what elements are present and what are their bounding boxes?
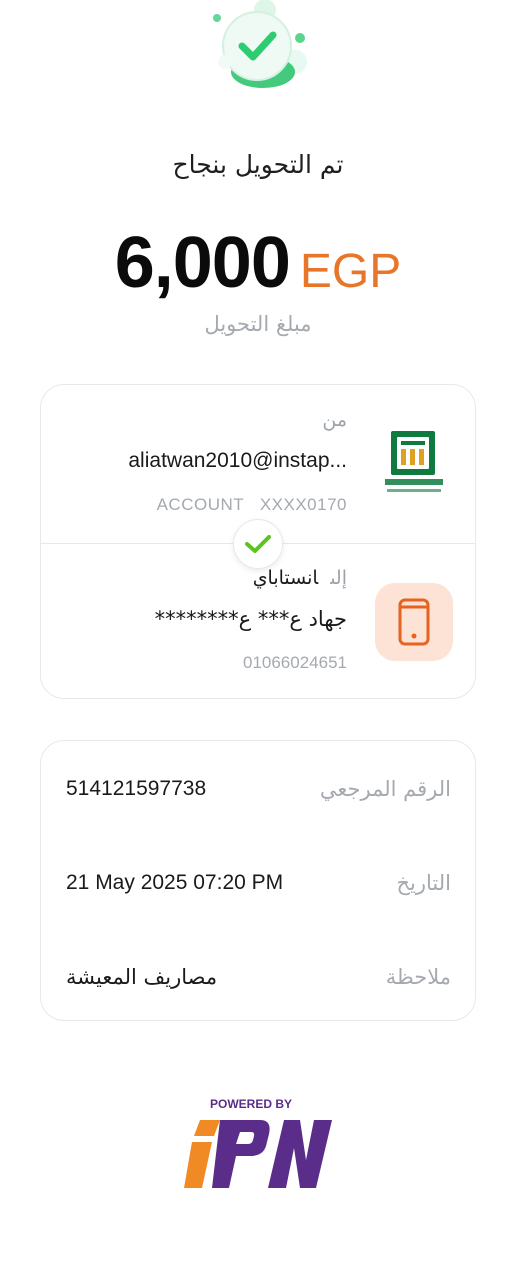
to-label: إلى [330, 567, 347, 589]
reference-label: الرقم المرجعي [319, 777, 451, 801]
date-row: التاريخ 21 May 2025 07:20 PM [41, 865, 475, 905]
reference-value: 514121597738 [66, 777, 207, 800]
recipient-name: جهاد ع*** ع******** [154, 607, 347, 631]
note-row: ملاحظة مصاريف المعيشة [41, 959, 475, 999]
to-provider: انستاباي [252, 567, 319, 589]
account-label: ACCOUNT [156, 495, 245, 514]
status-title: تم التحويل بنجاح [172, 150, 344, 179]
bank-logo-icon [385, 431, 443, 492]
powered-by-text: POWERED BY [210, 1097, 292, 1111]
success-check-icon [213, 0, 307, 88]
to-line: إلى انستاباي [253, 567, 347, 589]
powered-by-ipn-logo: POWERED BY [184, 1097, 332, 1188]
transfer-check-icon [233, 519, 283, 569]
amount-display: 6,000 EGP [0, 222, 516, 304]
transaction-details-card: الرقم المرجعي 514121597738 التاريخ 21 Ma… [40, 740, 476, 1021]
from-label: من [322, 409, 347, 431]
reference-row: الرقم المرجعي 514121597738 [41, 771, 475, 811]
account-number: XXXX0170 [259, 495, 347, 514]
recipient-phone: 01066024651 [242, 653, 347, 672]
transfer-amount: 6,000 [114, 223, 291, 303]
amount-label: مبلغ التحويل [204, 312, 312, 336]
from-account-number: ACCOUNT XXXX0170 [157, 495, 347, 515]
transfer-parties-card: من aliatwan2010@instap... ACCOUNT XXXX01… [40, 384, 476, 699]
mobile-phone-icon [375, 583, 453, 661]
from-account-name: aliatwan2010@instap... [128, 449, 347, 472]
note-value: مصاريف المعيشة [66, 965, 218, 989]
date-label: التاريخ [396, 871, 451, 895]
date-value: 21 May 2025 07:20 PM [66, 871, 284, 894]
transfer-currency: EGP [299, 245, 402, 298]
note-label: ملاحظة [385, 965, 451, 989]
